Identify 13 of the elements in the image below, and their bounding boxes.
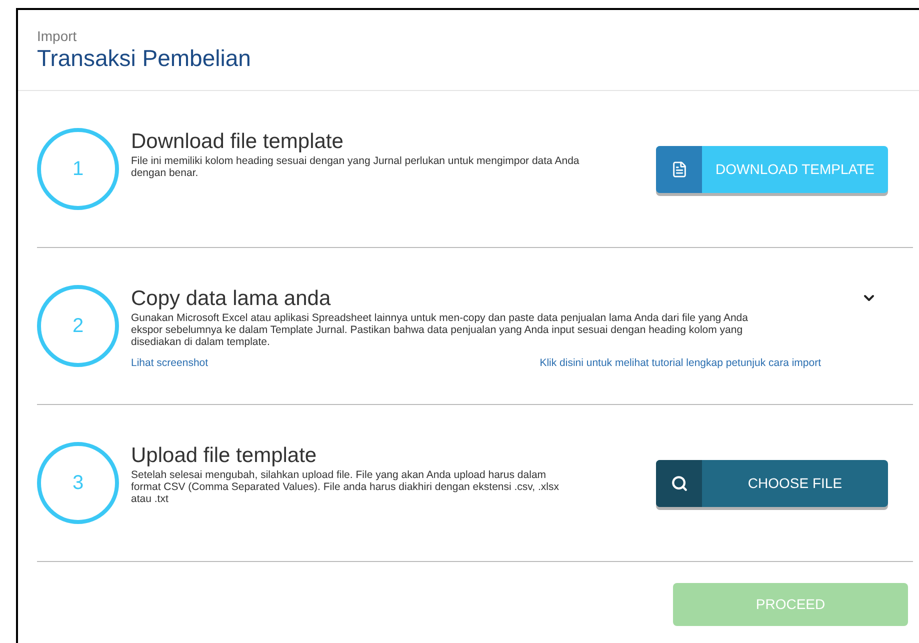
step-description: Gunakan Microsoft Excel atau aplikasi Spreadsheet lainnya untuk men-copy dan paste data penjualan lama Anda dari file yang Anda ekspor sebelumnya ke dalam Template Jurnal. Pastikan bahwa data penjualan yang Anda input sesuai dengan heading kolom yang disediakan di dalam template. xyxy=(131,312,749,348)
step-description: Setelah selesai mengubah, silahkan upload file. File yang akan Anda upload harus dalam format CSV (Comma Separated Values). File anda harus diakhiri dengan ekstensi .csv, .xlsx atau .txt xyxy=(131,469,560,505)
search-icon xyxy=(670,475,688,492)
screenshot-link[interactable]: Lihat screenshot xyxy=(131,356,208,372)
step-title: Copy data lama anda xyxy=(131,288,331,310)
step-title: Upload file template xyxy=(131,445,317,467)
document-icon xyxy=(670,161,688,178)
step-title: Download file template xyxy=(131,131,344,153)
step-description: File ini memiliki kolom heading sesuai dengan yang Jurnal perlukan untuk mengimpor data Anda dengan benar. xyxy=(131,155,580,179)
page-subtitle: Import xyxy=(37,28,78,44)
page-title: Transaksi Pembelian xyxy=(37,44,252,72)
tutorial-link[interactable]: Klik disini untuk melihat tutorial lengkap petunjuk cara import xyxy=(540,356,821,372)
choose-file-button[interactable]: CHOOSE FILE xyxy=(656,460,888,507)
